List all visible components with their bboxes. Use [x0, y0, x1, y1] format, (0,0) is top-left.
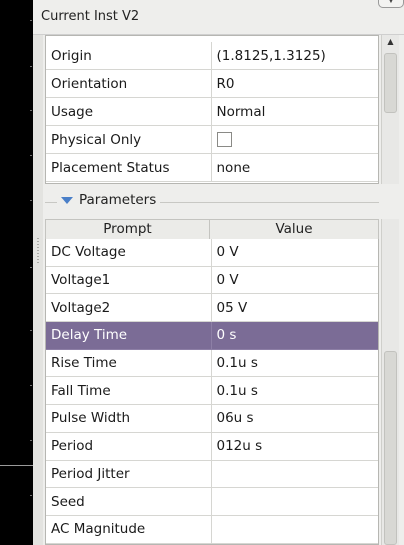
property-label: Origin [46, 42, 212, 70]
parameter-label: Fall Time [46, 376, 212, 406]
parameters-group-toggle[interactable]: Parameters [57, 192, 161, 208]
parameter-row-ac-magnitude[interactable]: AC Magnitude [46, 515, 378, 544]
parameter-value[interactable]: 012u s [211, 432, 378, 461]
grid-dot [30, 110, 32, 111]
grid-dot [30, 440, 32, 441]
property-label: Orientation [46, 69, 212, 98]
arrow-up-icon[interactable]: ▲ [382, 35, 399, 49]
property-label: Placement Status [46, 153, 212, 182]
physical-only-checkbox[interactable] [216, 132, 232, 147]
parameter-label: Voltage2 [46, 293, 212, 323]
parameter-value[interactable]: 05 V [211, 293, 378, 323]
parameter-row-fall-time[interactable]: Fall Time 0.1u s [46, 376, 378, 406]
parameter-label: Delay Time [46, 321, 212, 350]
parameter-value[interactable]: 0 V [211, 239, 378, 267]
property-row-usage[interactable]: Usage Normal [46, 97, 378, 126]
grid-dot [30, 330, 32, 331]
parameters-table-frame: DC Voltage 0 V Voltage1 0 V Voltage2 05 … [45, 239, 379, 545]
property-value[interactable]: Normal [211, 97, 378, 126]
property-label: Physical Only [46, 125, 212, 154]
schematic-canvas-edge [0, 0, 33, 545]
scrollbar-thumb[interactable] [384, 53, 397, 113]
property-value [211, 125, 378, 154]
panel-title: Current Inst V2 [41, 9, 140, 24]
parameter-row-delay-time[interactable]: Delay Time 0 s [46, 321, 378, 350]
chevron-down-icon[interactable]: ▼ [378, 0, 404, 8]
parameter-label: Rise Time [46, 349, 212, 378]
parameter-row-pulse-width[interactable]: Pulse Width 06u s [46, 404, 378, 433]
property-editor-panel: Current Inst V2 ▼ Origin (1.8125,1.3125)… [33, 0, 404, 545]
grid-dot [30, 155, 32, 156]
property-row-physical-only[interactable]: Physical Only [46, 125, 378, 154]
parameter-value[interactable]: 0 V [211, 266, 378, 295]
panel-header: Current Inst V2 ▼ [33, 0, 404, 35]
parameter-value[interactable] [211, 487, 378, 516]
grid-dot [30, 20, 32, 21]
scrollbar-thumb[interactable] [384, 351, 397, 545]
parameter-label: DC Voltage [46, 239, 212, 267]
triangle-down-icon [61, 196, 73, 204]
property-value[interactable]: R0 [211, 69, 378, 98]
canvas-wire [0, 465, 33, 466]
parameter-value[interactable] [211, 515, 378, 544]
grid-dot [30, 200, 32, 201]
property-value[interactable]: none [211, 153, 378, 182]
property-row-origin[interactable]: Origin (1.8125,1.3125) [46, 42, 378, 70]
panel-gutter [33, 35, 43, 545]
properties-table-frame: Origin (1.8125,1.3125) Orientation R0 Us… [45, 35, 379, 184]
parameter-value[interactable] [211, 460, 378, 489]
property-label: Usage [46, 97, 212, 126]
parameter-row-seed[interactable]: Seed [46, 487, 378, 516]
grid-dot [30, 495, 32, 496]
grid-dot [30, 385, 32, 386]
properties-table: Origin (1.8125,1.3125) Orientation R0 Us… [46, 42, 378, 182]
parameter-row-rise-time[interactable]: Rise Time 0.1u s [46, 349, 378, 378]
parameter-value[interactable]: 0 s [211, 321, 378, 350]
parameter-value[interactable]: 0.1u s [211, 349, 378, 378]
parameter-label: AC Magnitude [46, 515, 212, 544]
splitter-handle[interactable] [37, 238, 39, 264]
parameter-label: Seed [46, 487, 212, 516]
parameter-row-voltage2[interactable]: Voltage2 05 V [46, 293, 378, 323]
parameters-scrollbar[interactable] [381, 219, 399, 545]
parameters-table: DC Voltage 0 V Voltage1 0 V Voltage2 05 … [46, 239, 378, 544]
properties-scrollbar[interactable]: ▲ [381, 35, 399, 184]
column-header-prompt[interactable]: Prompt [45, 219, 210, 240]
parameter-row-period-jitter[interactable]: Period Jitter [46, 460, 378, 489]
parameters-group-label: Parameters [79, 192, 157, 208]
grid-dot [30, 267, 32, 268]
property-row-orientation[interactable]: Orientation R0 [46, 69, 378, 98]
parameter-value[interactable]: 0.1u s [211, 376, 378, 406]
property-row-placement-status[interactable]: Placement Status none [46, 153, 378, 182]
parameter-value[interactable]: 06u s [211, 404, 378, 433]
grid-dot [30, 66, 32, 67]
parameter-label: Voltage1 [46, 266, 212, 295]
parameter-label: Pulse Width [46, 404, 212, 433]
parameter-label: Period Jitter [46, 460, 212, 489]
parameter-label: Period [46, 432, 212, 461]
property-value[interactable]: (1.8125,1.3125) [211, 42, 378, 70]
parameter-row-dc-voltage[interactable]: DC Voltage 0 V [46, 239, 378, 267]
parameter-row-period[interactable]: Period 012u s [46, 432, 378, 461]
column-header-value[interactable]: Value [209, 219, 379, 240]
parameter-row-voltage1[interactable]: Voltage1 0 V [46, 266, 378, 295]
